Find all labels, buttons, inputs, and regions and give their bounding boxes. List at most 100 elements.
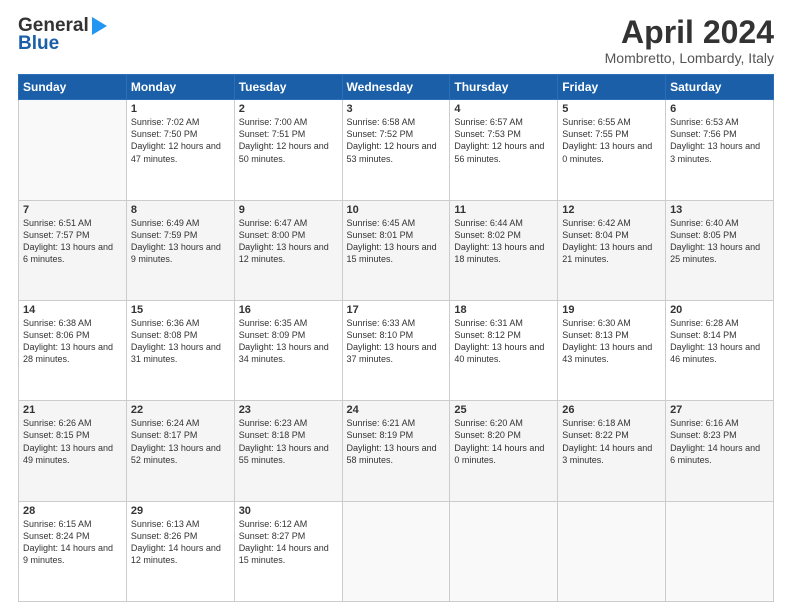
day-info: Sunrise: 6:20 AMSunset: 8:20 PMDaylight:… [454,417,553,466]
day-number: 24 [347,404,446,416]
calendar-week-row: 7Sunrise: 6:51 AMSunset: 7:57 PMDaylight… [19,200,774,300]
calendar-day-cell: 10Sunrise: 6:45 AMSunset: 8:01 PMDayligh… [342,200,450,300]
day-info: Sunrise: 6:36 AMSunset: 8:08 PMDaylight:… [131,317,230,366]
day-info: Sunrise: 6:51 AMSunset: 7:57 PMDaylight:… [23,217,122,266]
logo-blue: Blue [18,33,59,55]
day-info: Sunrise: 6:24 AMSunset: 8:17 PMDaylight:… [131,417,230,466]
day-info: Sunrise: 6:53 AMSunset: 7:56 PMDaylight:… [670,116,769,165]
calendar-body: 1Sunrise: 7:02 AMSunset: 7:50 PMDaylight… [19,100,774,602]
calendar-weekday-header: Thursday [450,75,558,100]
month-title: April 2024 [605,15,774,50]
calendar-day-cell: 11Sunrise: 6:44 AMSunset: 8:02 PMDayligh… [450,200,558,300]
day-number: 4 [454,103,553,115]
calendar-day-cell [450,501,558,601]
day-number: 9 [239,204,338,216]
day-number: 11 [454,204,553,216]
day-number: 10 [347,204,446,216]
calendar-day-cell: 2Sunrise: 7:00 AMSunset: 7:51 PMDaylight… [234,100,342,200]
calendar-weekday-header: Wednesday [342,75,450,100]
calendar-day-cell: 12Sunrise: 6:42 AMSunset: 8:04 PMDayligh… [558,200,666,300]
day-number: 12 [562,204,661,216]
calendar-weekday-header: Saturday [666,75,774,100]
calendar-day-cell: 6Sunrise: 6:53 AMSunset: 7:56 PMDaylight… [666,100,774,200]
calendar-week-row: 28Sunrise: 6:15 AMSunset: 8:24 PMDayligh… [19,501,774,601]
calendar-header-row: SundayMondayTuesdayWednesdayThursdayFrid… [19,75,774,100]
calendar-day-cell [342,501,450,601]
calendar-table: SundayMondayTuesdayWednesdayThursdayFrid… [18,74,774,602]
calendar-day-cell: 15Sunrise: 6:36 AMSunset: 8:08 PMDayligh… [126,300,234,400]
day-info: Sunrise: 6:44 AMSunset: 8:02 PMDaylight:… [454,217,553,266]
day-info: Sunrise: 7:02 AMSunset: 7:50 PMDaylight:… [131,116,230,165]
day-number: 6 [670,103,769,115]
logo-arrow-icon [92,17,107,35]
calendar-day-cell: 26Sunrise: 6:18 AMSunset: 8:22 PMDayligh… [558,401,666,501]
title-section: April 2024 Mombretto, Lombardy, Italy [605,15,774,66]
day-info: Sunrise: 6:15 AMSunset: 8:24 PMDaylight:… [23,518,122,567]
calendar-day-cell: 16Sunrise: 6:35 AMSunset: 8:09 PMDayligh… [234,300,342,400]
day-number: 19 [562,304,661,316]
calendar-day-cell: 1Sunrise: 7:02 AMSunset: 7:50 PMDaylight… [126,100,234,200]
day-info: Sunrise: 6:40 AMSunset: 8:05 PMDaylight:… [670,217,769,266]
day-number: 15 [131,304,230,316]
day-info: Sunrise: 6:21 AMSunset: 8:19 PMDaylight:… [347,417,446,466]
day-number: 8 [131,204,230,216]
calendar-day-cell: 8Sunrise: 6:49 AMSunset: 7:59 PMDaylight… [126,200,234,300]
day-info: Sunrise: 6:23 AMSunset: 8:18 PMDaylight:… [239,417,338,466]
calendar-day-cell: 17Sunrise: 6:33 AMSunset: 8:10 PMDayligh… [342,300,450,400]
day-info: Sunrise: 6:30 AMSunset: 8:13 PMDaylight:… [562,317,661,366]
day-number: 22 [131,404,230,416]
calendar-day-cell: 9Sunrise: 6:47 AMSunset: 8:00 PMDaylight… [234,200,342,300]
day-number: 17 [347,304,446,316]
day-number: 30 [239,505,338,517]
day-number: 2 [239,103,338,115]
calendar-day-cell: 21Sunrise: 6:26 AMSunset: 8:15 PMDayligh… [19,401,127,501]
day-number: 13 [670,204,769,216]
calendar-day-cell: 13Sunrise: 6:40 AMSunset: 8:05 PMDayligh… [666,200,774,300]
calendar-weekday-header: Monday [126,75,234,100]
logo: General Blue [18,15,108,55]
day-number: 23 [239,404,338,416]
day-info: Sunrise: 6:42 AMSunset: 8:04 PMDaylight:… [562,217,661,266]
day-number: 1 [131,103,230,115]
day-number: 27 [670,404,769,416]
day-info: Sunrise: 6:26 AMSunset: 8:15 PMDaylight:… [23,417,122,466]
day-info: Sunrise: 6:18 AMSunset: 8:22 PMDaylight:… [562,417,661,466]
day-number: 16 [239,304,338,316]
day-info: Sunrise: 6:33 AMSunset: 8:10 PMDaylight:… [347,317,446,366]
day-info: Sunrise: 6:47 AMSunset: 8:00 PMDaylight:… [239,217,338,266]
day-info: Sunrise: 7:00 AMSunset: 7:51 PMDaylight:… [239,116,338,165]
calendar-day-cell: 7Sunrise: 6:51 AMSunset: 7:57 PMDaylight… [19,200,127,300]
day-info: Sunrise: 6:38 AMSunset: 8:06 PMDaylight:… [23,317,122,366]
day-number: 3 [347,103,446,115]
day-info: Sunrise: 6:58 AMSunset: 7:52 PMDaylight:… [347,116,446,165]
day-number: 20 [670,304,769,316]
day-number: 25 [454,404,553,416]
day-info: Sunrise: 6:57 AMSunset: 7:53 PMDaylight:… [454,116,553,165]
calendar-week-row: 21Sunrise: 6:26 AMSunset: 8:15 PMDayligh… [19,401,774,501]
calendar-day-cell [558,501,666,601]
calendar-day-cell: 25Sunrise: 6:20 AMSunset: 8:20 PMDayligh… [450,401,558,501]
day-number: 28 [23,505,122,517]
calendar-week-row: 14Sunrise: 6:38 AMSunset: 8:06 PMDayligh… [19,300,774,400]
calendar-day-cell [19,100,127,200]
day-info: Sunrise: 6:13 AMSunset: 8:26 PMDaylight:… [131,518,230,567]
day-info: Sunrise: 6:12 AMSunset: 8:27 PMDaylight:… [239,518,338,567]
day-info: Sunrise: 6:55 AMSunset: 7:55 PMDaylight:… [562,116,661,165]
page: General Blue April 2024 Mombretto, Lomba… [0,0,792,612]
calendar-day-cell: 29Sunrise: 6:13 AMSunset: 8:26 PMDayligh… [126,501,234,601]
calendar-day-cell: 19Sunrise: 6:30 AMSunset: 8:13 PMDayligh… [558,300,666,400]
day-number: 21 [23,404,122,416]
day-info: Sunrise: 6:31 AMSunset: 8:12 PMDaylight:… [454,317,553,366]
day-number: 14 [23,304,122,316]
day-number: 26 [562,404,661,416]
day-number: 7 [23,204,122,216]
calendar-weekday-header: Sunday [19,75,127,100]
day-info: Sunrise: 6:49 AMSunset: 7:59 PMDaylight:… [131,217,230,266]
day-number: 18 [454,304,553,316]
calendar-day-cell: 18Sunrise: 6:31 AMSunset: 8:12 PMDayligh… [450,300,558,400]
day-number: 5 [562,103,661,115]
calendar-day-cell: 28Sunrise: 6:15 AMSunset: 8:24 PMDayligh… [19,501,127,601]
calendar-day-cell: 14Sunrise: 6:38 AMSunset: 8:06 PMDayligh… [19,300,127,400]
calendar-weekday-header: Tuesday [234,75,342,100]
calendar-day-cell: 27Sunrise: 6:16 AMSunset: 8:23 PMDayligh… [666,401,774,501]
